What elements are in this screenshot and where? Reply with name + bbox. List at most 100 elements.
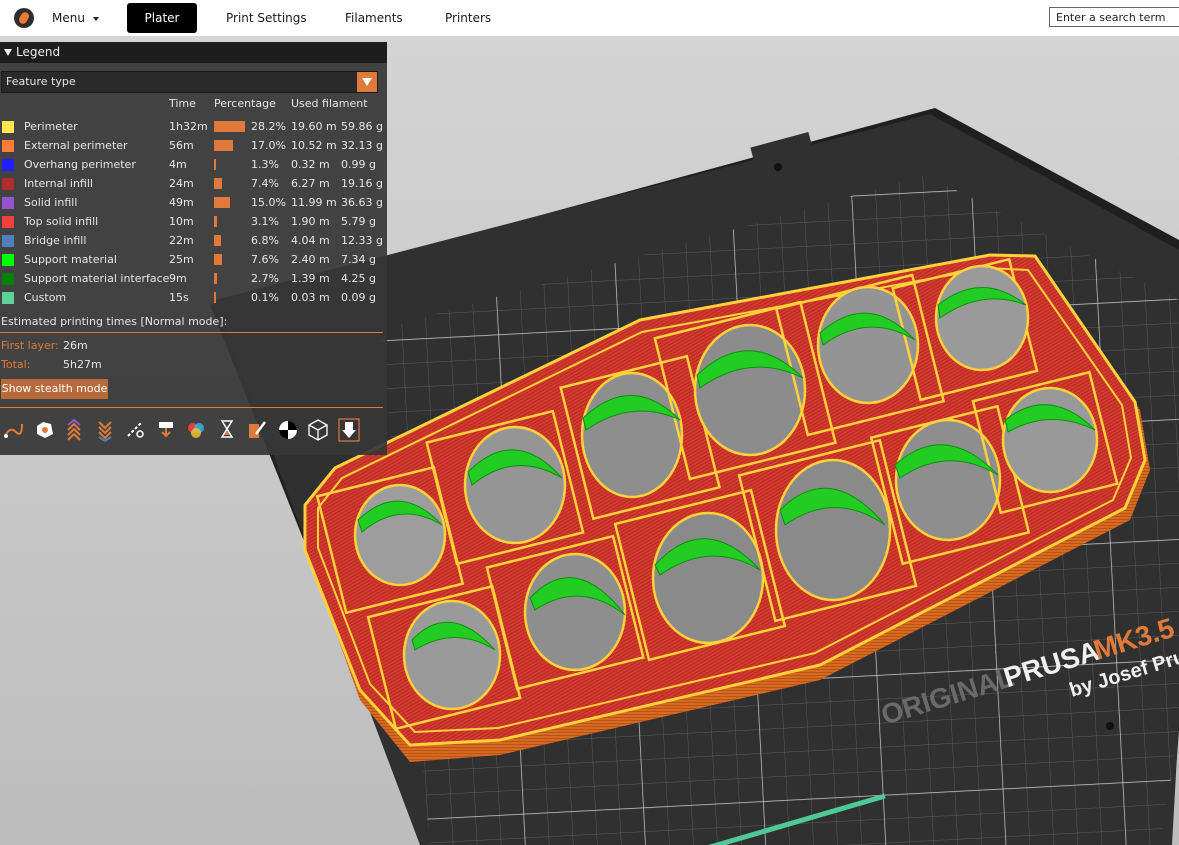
feature-length: 0.32 m xyxy=(291,158,330,171)
legend-row[interactable]: Custom 15s 0.1% 0.03 m 0.09 g xyxy=(0,289,387,308)
feature-length: 0.03 m xyxy=(291,291,330,304)
legend-row[interactable]: Perimeter 1h32m 28.2% 19.60 m 59.86 g xyxy=(0,118,387,137)
column-time: Time xyxy=(169,97,196,110)
legend-row[interactable]: Internal infill 24m 7.4% 6.27 m 19.16 g xyxy=(0,175,387,194)
feature-length: 10.52 m xyxy=(291,139,337,152)
tab-printers[interactable]: Printers xyxy=(445,0,491,36)
feature-percentage: 7.6% xyxy=(251,253,279,266)
legend-row[interactable]: Support material interface 9m 2.7% 1.39 m 4.… xyxy=(0,270,387,289)
color-swatch xyxy=(2,121,14,133)
pause-icon[interactable] xyxy=(216,418,238,442)
percentage-bar xyxy=(214,197,231,208)
feature-time: 24m xyxy=(169,177,194,190)
top-bar: Menu Plater Print Settings Filaments Pri… xyxy=(0,0,1179,36)
first-layer-value: 26m xyxy=(63,339,88,352)
legend-row[interactable]: Top solid infill 10m 3.1% 1.90 m 5.79 g xyxy=(0,213,387,232)
feature-time: 10m xyxy=(169,215,194,228)
prusaslicer-logo-icon xyxy=(14,8,34,28)
feature-time: 1h32m xyxy=(169,120,208,133)
feature-weight: 12.33 g xyxy=(341,234,383,247)
feature-weight: 36.63 g xyxy=(341,196,383,209)
feature-time: 56m xyxy=(169,139,194,152)
feature-weight: 0.99 g xyxy=(341,158,376,171)
feature-length: 1.39 m xyxy=(291,272,330,285)
feature-length: 19.60 m xyxy=(291,120,337,133)
feature-name: Perimeter xyxy=(24,120,78,133)
feature-name: Bridge infill xyxy=(24,234,87,247)
legend-panel: Legend Feature type Time Percentage Used… xyxy=(0,42,387,455)
feature-time: 25m xyxy=(169,253,194,266)
feature-length: 1.90 m xyxy=(291,215,330,228)
feature-weight: 7.34 g xyxy=(341,253,376,266)
tab-plater[interactable]: Plater xyxy=(127,3,197,33)
tool-marker-icon[interactable] xyxy=(337,418,360,442)
feature-name: Support material xyxy=(24,253,117,266)
feature-length: 2.40 m xyxy=(291,253,330,266)
feature-weight: 4.25 g xyxy=(341,272,376,285)
feature-name: Overhang perimeter xyxy=(24,158,136,171)
total-value: 5h27m xyxy=(63,358,102,371)
feature-percentage: 1.3% xyxy=(251,158,279,171)
legend-row[interactable]: Bridge infill 22m 6.8% 4.04 m 12.33 g xyxy=(0,232,387,251)
color-changes-icon[interactable] xyxy=(185,418,207,442)
feature-percentage: 6.8% xyxy=(251,234,279,247)
view-type-select[interactable]: Feature type xyxy=(1,71,378,93)
menu-button[interactable]: Menu xyxy=(52,0,99,36)
column-used-filament: Used filament xyxy=(291,97,368,110)
color-swatch xyxy=(2,197,14,209)
legend-row[interactable]: Support material 25m 7.6% 2.40 m 7.34 g xyxy=(0,251,387,270)
feature-percentage: 7.4% xyxy=(251,177,279,190)
seams-icon[interactable] xyxy=(124,418,146,442)
color-swatch xyxy=(2,292,14,304)
feature-weight: 59.86 g xyxy=(341,120,383,133)
feature-time: 49m xyxy=(169,196,194,209)
feature-time: 4m xyxy=(169,158,187,171)
percentage-bar xyxy=(214,140,233,151)
custom-gcode-icon[interactable] xyxy=(246,418,268,442)
color-swatch xyxy=(2,254,14,266)
feature-time: 9m xyxy=(169,272,187,285)
feature-weight: 19.16 g xyxy=(341,177,383,190)
search-input[interactable] xyxy=(1049,7,1179,27)
feature-name: Solid infill xyxy=(24,196,78,209)
tab-filaments[interactable]: Filaments xyxy=(345,0,403,36)
shells-icon[interactable] xyxy=(307,418,329,442)
percentage-bar xyxy=(214,273,217,284)
percentage-bar xyxy=(214,235,222,246)
feature-weight: 32.13 g xyxy=(341,139,383,152)
chevron-down-icon xyxy=(92,16,99,21)
tool-changes-icon[interactable] xyxy=(155,418,177,442)
color-swatch xyxy=(2,273,14,285)
first-layer-label: First layer: xyxy=(1,339,59,352)
tab-print-settings[interactable]: Print Settings xyxy=(226,0,307,36)
percentage-bar xyxy=(214,178,223,189)
feature-length: 11.99 m xyxy=(291,196,337,209)
percentage-bar xyxy=(214,254,223,265)
feature-name: Custom xyxy=(24,291,67,304)
feature-name: External perimeter xyxy=(24,139,128,152)
color-swatch xyxy=(2,216,14,228)
percentage-bar xyxy=(214,292,216,303)
feature-weight: 0.09 g xyxy=(341,291,376,304)
legend-row[interactable]: External perimeter 56m 17.0% 10.52 m 32.13 g xyxy=(0,137,387,156)
dropdown-arrow-icon[interactable] xyxy=(357,72,377,92)
color-swatch xyxy=(2,159,14,171)
legend-header[interactable]: Legend xyxy=(0,42,387,63)
feature-percentage: 2.7% xyxy=(251,272,279,285)
collapse-triangle-icon[interactable] xyxy=(4,49,12,56)
color-swatch xyxy=(2,235,14,247)
center-of-gravity-icon[interactable] xyxy=(277,418,299,442)
legend-row[interactable]: Solid infill 49m 15.0% 11.99 m 36.63 g xyxy=(0,194,387,213)
percentage-bar xyxy=(214,159,216,170)
travel-icon[interactable] xyxy=(2,418,24,442)
separator xyxy=(0,332,383,333)
feature-percentage: 0.1% xyxy=(251,291,279,304)
show-stealth-mode-button[interactable]: Show stealth mode xyxy=(1,379,108,399)
wipe-icon[interactable] xyxy=(33,418,55,442)
feature-name: Internal infill xyxy=(24,177,93,190)
deretractions-icon[interactable] xyxy=(94,418,116,443)
feature-length: 4.04 m xyxy=(291,234,330,247)
legend-row[interactable]: Overhang perimeter 4m 1.3% 0.32 m 0.99 g xyxy=(0,156,387,175)
feature-percentage: 28.2% xyxy=(251,120,286,133)
retractions-icon[interactable] xyxy=(63,418,85,442)
